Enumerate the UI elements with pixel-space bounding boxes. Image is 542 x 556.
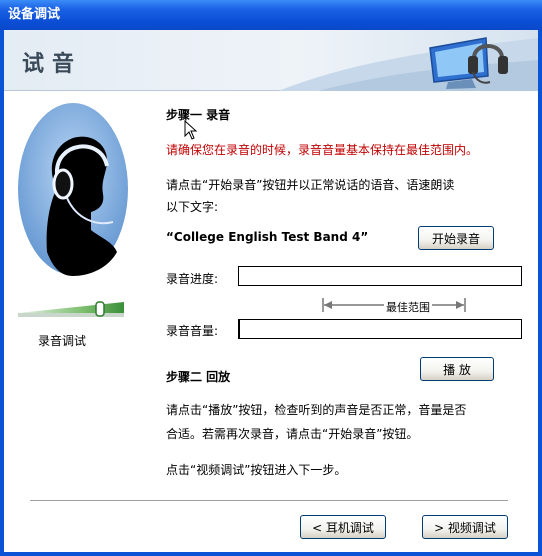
device-test-window: 设备调试 试音 录音调试 步骤一 录音 请确保您在录音的时候，录音音量基本保持在… [0,0,542,556]
best-range-label: 最佳范围 [384,299,432,315]
step1-instruction-line1: 请点击“开始录音”按钮并以正常说话的语音、语速朗读 [166,178,455,192]
page-title: 试音 [22,51,83,77]
recording-progress-label: 录音进度: [166,272,219,286]
headset-user-portrait [18,103,128,276]
title-bar: 设备调试 [0,0,542,30]
footer-divider [30,500,508,502]
monitor-headset-icon [429,37,508,89]
play-button[interactable]: 播 放 [420,357,494,381]
mic-level-meter [18,301,124,317]
sample-text: “College English Test Band 4” [166,230,369,244]
step2-title: 步骤二 回放 [166,370,231,384]
step1-warning: 请确保您在录音的时候，录音音量基本保持在最佳范围内。 [166,143,479,157]
video-test-next-button[interactable]: > 视频调试 [422,515,508,539]
recording-volume-label: 录音音量: [166,324,219,338]
step2-instruction-line1: 请点击“播放”按钮，检查听到的声音是否正常，音量是否 [166,403,467,417]
client-area: 试音 录音调试 步骤一 录音 请确保您在录音的时候，录音音量基本保持在最佳范围内… [4,30,538,552]
mouse-pointer-icon [184,120,198,140]
start-recording-button[interactable]: 开始录音 [418,226,494,250]
level-caption: 录音调试 [38,334,87,348]
headset-test-back-button[interactable]: < 耳机调试 [300,515,386,539]
header-banner: 试音 [4,30,538,91]
window-title: 设备调试 [8,7,61,22]
step1-title: 步骤一 录音 [166,108,231,122]
next-step-hint: 点击“视频调试”按钮进入下一步。 [166,463,347,477]
recording-progress-bar [238,266,522,286]
recording-volume-bar [238,319,522,339]
step2-instruction-line2: 合适。若需再次录音，请点击“开始录音”按钮。 [166,427,419,441]
step1-instruction-line2: 以下文字: [166,200,219,214]
